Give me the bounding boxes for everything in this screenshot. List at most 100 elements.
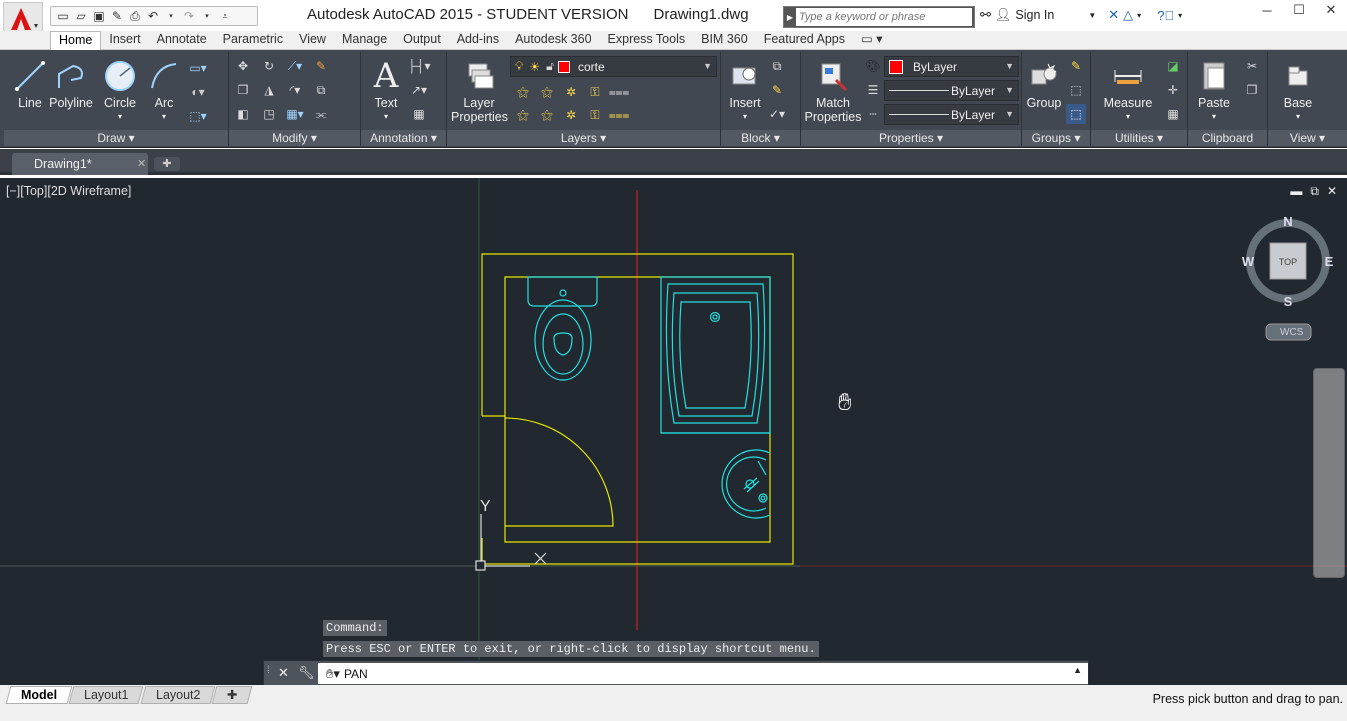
grip-icon[interactable]: ⁞ (267, 665, 270, 676)
viewport-restore-icon[interactable]: ⧉ (1310, 184, 1319, 199)
viewcube[interactable]: TOP N S E W WCS (1242, 214, 1334, 341)
groups-panel-title[interactable]: Groups ▾ (1022, 130, 1090, 146)
utilities-panel-title[interactable]: Utilities ▾ (1091, 130, 1187, 146)
group-edit-icon[interactable]: ⬚ (1066, 80, 1086, 100)
undo-dropdown-icon[interactable]: ▾ (163, 8, 179, 24)
drawing-canvas[interactable]: Y TOP N S E W WCS ✋︎ (0, 178, 1347, 685)
tab-bim-360[interactable]: BIM 360 (693, 31, 756, 49)
boundary-icon[interactable]: ⬚▾ (188, 106, 208, 126)
copy-clip-icon[interactable]: ❐ (1242, 80, 1262, 100)
command-input-area[interactable]: ✋︎▾ PAN ▲ (318, 663, 1088, 684)
paste-button[interactable]: Paste ▾ (1194, 56, 1234, 124)
viewport-close-icon[interactable]: ✕ (1327, 184, 1337, 199)
command-history-toggle-icon[interactable]: ▲ (1073, 665, 1082, 675)
customize-command-icon[interactable]: 🔧︎ (298, 665, 315, 681)
annotation-panel-title[interactable]: Annotation ▾ (361, 130, 446, 146)
layer-on-all-icon[interactable]: ⚝ (513, 105, 533, 125)
tab-view[interactable]: View (291, 31, 334, 49)
fillet-icon[interactable]: ◜▾ (285, 80, 305, 100)
new-layout-button[interactable]: ✚ (211, 686, 253, 704)
autodesk-360-icon[interactable]: △ (1123, 7, 1133, 23)
redo-dropdown-icon[interactable]: ▾ (199, 8, 215, 24)
match-properties-button[interactable]: Match Properties (803, 56, 863, 124)
search-input[interactable] (796, 8, 972, 26)
tab-parametric[interactable]: Parametric (215, 31, 291, 49)
tab-insert[interactable]: Insert (101, 31, 148, 49)
polyline-button[interactable]: Polyline (46, 56, 96, 110)
command-input[interactable]: PAN (344, 667, 368, 681)
trim-icon[interactable]: ⟋▾ (285, 56, 305, 76)
close-command-icon[interactable]: ✕ (278, 665, 289, 681)
new-tab-button[interactable]: ✚ (154, 157, 180, 171)
draw-panel-title[interactable]: Draw ▾ (4, 130, 228, 146)
color-dropdown[interactable]: ByLayer ▼ (884, 56, 1019, 77)
maximize-button[interactable]: ☐ (1283, 0, 1315, 20)
tab-add-ins[interactable]: Add-ins (449, 31, 507, 49)
tab-manage[interactable]: Manage (334, 31, 395, 49)
table-icon[interactable]: ▦ (409, 104, 429, 124)
group-button[interactable]: Group (1024, 56, 1064, 110)
stretch-icon[interactable]: ◧ (233, 104, 253, 124)
help-dropdown-icon[interactable]: ▾ (1178, 11, 1182, 20)
dimension-icon[interactable]: ├┤▾ (407, 56, 430, 76)
tab-layout1[interactable]: Layout1 (68, 686, 145, 704)
ungroup-icon[interactable]: ✎ (1066, 56, 1086, 76)
viewport-minimize-icon[interactable]: ▬ (1290, 184, 1302, 199)
layer-freeze-icon[interactable]: ✲ (561, 82, 581, 102)
tab-annotate[interactable]: Annotate (149, 31, 215, 49)
copy-icon[interactable]: ❐ (233, 80, 253, 100)
file-tab-drawing1[interactable]: Drawing1* ✕ (12, 153, 148, 175)
properties-panel-title[interactable]: Properties ▾ (801, 130, 1021, 146)
layer-off-icon[interactable]: ⚝ (513, 82, 533, 102)
layer-set-current-icon[interactable]: ⩶ (609, 105, 630, 125)
create-block-icon[interactable]: ⧉ (767, 56, 787, 76)
text-button[interactable]: A Text ▾ (369, 56, 403, 124)
hatch-icon[interactable]: ◐▾ (188, 82, 208, 102)
insert-button[interactable]: Insert ▾ (725, 56, 765, 124)
layer-isolate-icon[interactable]: ⚝ (537, 82, 557, 102)
rotate-icon[interactable]: ↻ (259, 56, 279, 76)
exchange-apps-icon[interactable]: ✕ (1108, 7, 1119, 23)
view-panel-title[interactable]: View ▾ (1268, 130, 1347, 146)
tab-layout2[interactable]: Layout2 (140, 686, 216, 704)
layer-unisolate-icon[interactable]: ⚝ (537, 105, 557, 125)
close-tab-icon[interactable]: ✕ (137, 153, 146, 175)
viewport-controls-label[interactable]: [−][Top][2D Wireframe] (6, 184, 131, 198)
edit-block-icon[interactable]: ✎ (767, 80, 787, 100)
minimize-button[interactable]: ─ (1251, 0, 1283, 20)
edit-attributes-icon[interactable]: ✓▾ (767, 104, 787, 124)
tab-autodesk-360[interactable]: Autodesk 360 (507, 31, 599, 49)
leader-icon[interactable]: ↗▾ (409, 80, 429, 100)
navigation-bar[interactable] (1313, 368, 1345, 578)
layer-lock-icon[interactable]: ⚿ (585, 82, 605, 102)
move-icon[interactable]: ✥ (233, 56, 253, 76)
user-icon[interactable]: 👤︎ (995, 7, 1012, 23)
modify-panel-title[interactable]: Modify ▾ (229, 130, 360, 146)
open-file-icon[interactable]: ▱ (73, 8, 89, 24)
erase-icon[interactable]: ✎ (311, 56, 331, 76)
tab-output[interactable]: Output (395, 31, 449, 49)
search-expand-icon[interactable]: ▶ (784, 13, 796, 22)
save-icon[interactable]: ▣ (91, 8, 107, 24)
tab-home[interactable]: Home (50, 31, 102, 50)
measure-button[interactable]: Measure ▾ (1101, 56, 1155, 124)
undo-icon[interactable]: ↶ (145, 8, 161, 24)
cut-icon[interactable]: ✂ (1242, 56, 1262, 76)
application-menu-button[interactable] (3, 2, 43, 32)
help-icon[interactable]: ?⃝ (1157, 8, 1174, 23)
sign-in-link[interactable]: Sign In (1015, 8, 1054, 22)
explode-icon[interactable]: ⧉ (311, 80, 331, 100)
linetype-dropdown[interactable]: ByLayer ▼ (884, 80, 1019, 101)
close-button[interactable]: ✕ (1315, 0, 1347, 20)
customize-qat-icon[interactable]: ⩡ (217, 8, 233, 24)
drawing-area[interactable]: Y TOP N S E W WCS ✋︎ [−][Top][2D Wirefra… (0, 178, 1347, 685)
layer-dropdown[interactable]: 💡︎ ☀ 🔓︎ corte ▼ (510, 56, 717, 77)
ribbon-options-icon[interactable]: ▭ ▾ (853, 30, 891, 49)
layer-unlock-all-icon[interactable]: ⚿ (585, 105, 605, 125)
line-button[interactable]: Line (10, 56, 50, 110)
block-panel-title[interactable]: Block ▾ (721, 130, 800, 146)
id-point-icon[interactable]: ✛ (1163, 80, 1183, 100)
rectangle-icon[interactable]: ▭▾ (188, 58, 208, 78)
array-icon[interactable]: ▦▾ (285, 104, 305, 124)
new-file-icon[interactable]: ▭ (55, 8, 71, 24)
